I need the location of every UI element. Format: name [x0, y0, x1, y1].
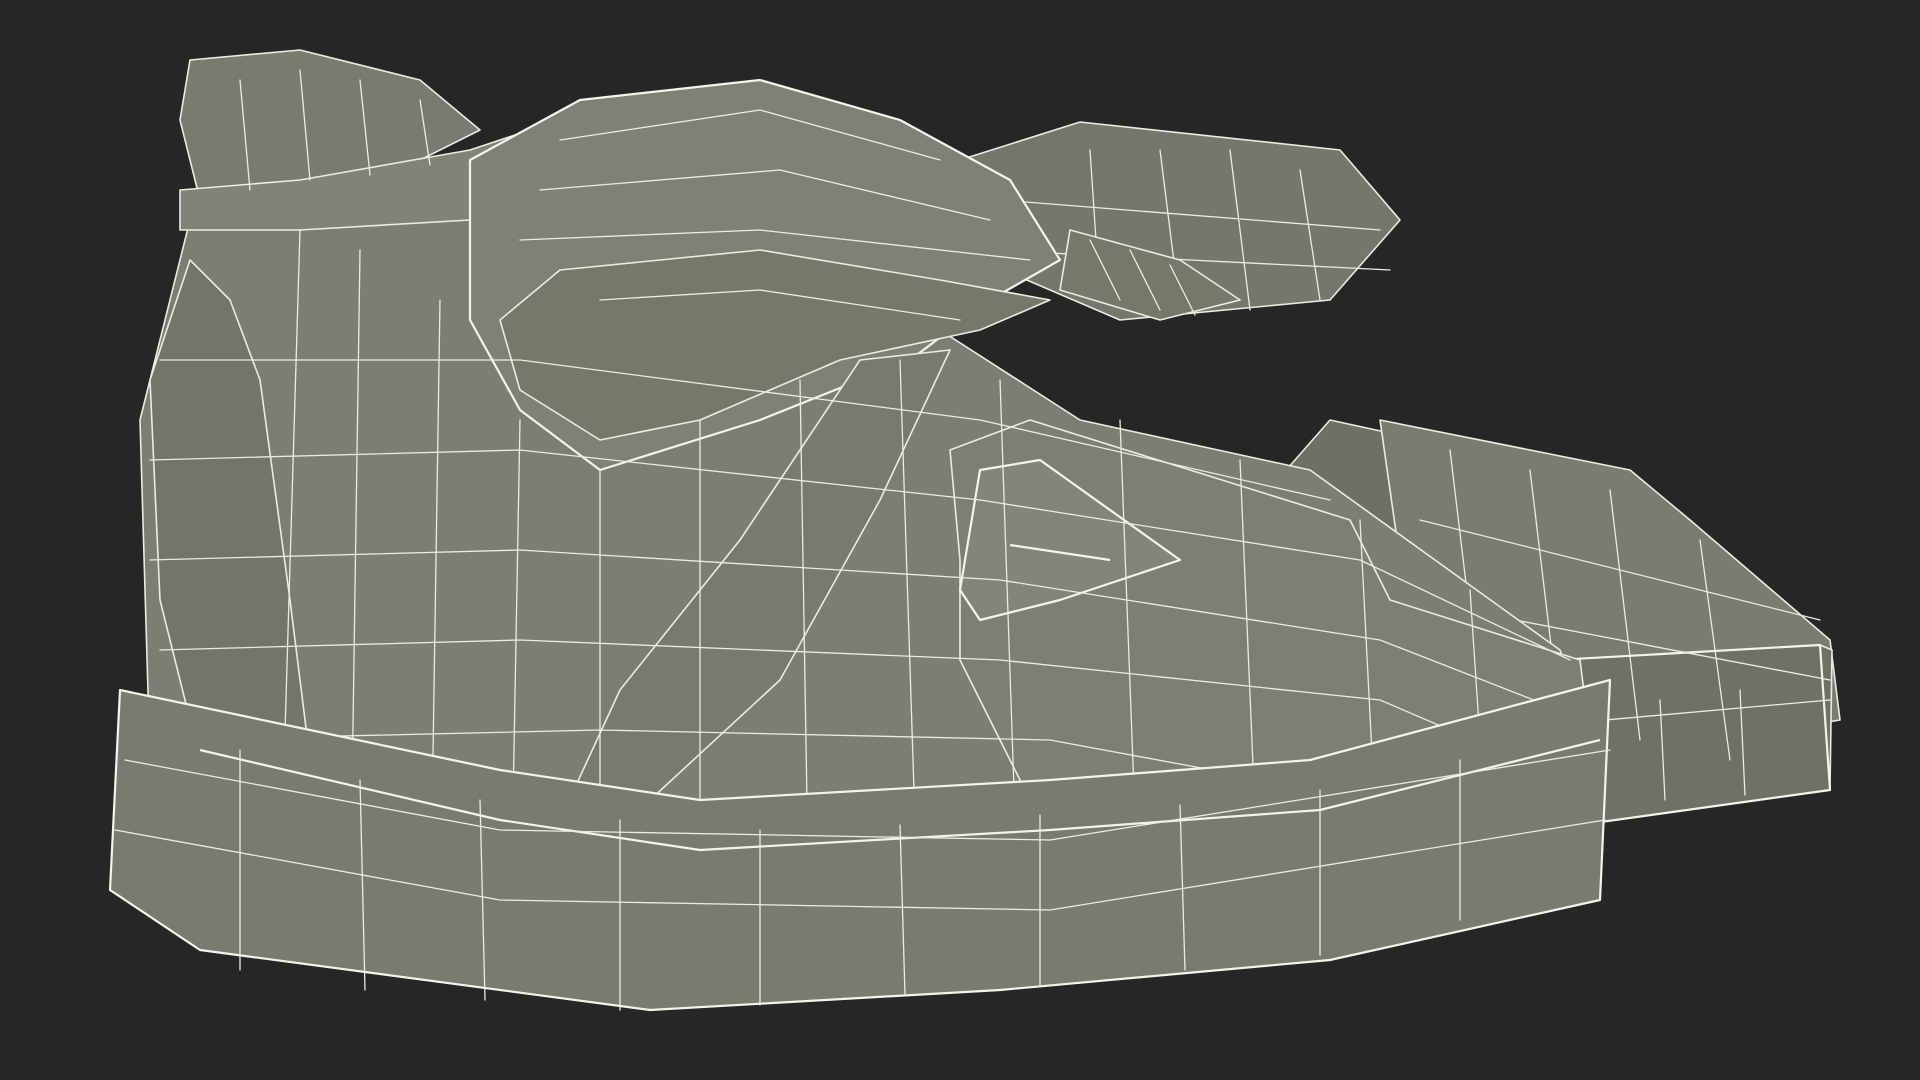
render-viewport: [0, 0, 1920, 1080]
front-sneaker: [108, 49, 1612, 1012]
sneaker-render: [108, 49, 1841, 1012]
